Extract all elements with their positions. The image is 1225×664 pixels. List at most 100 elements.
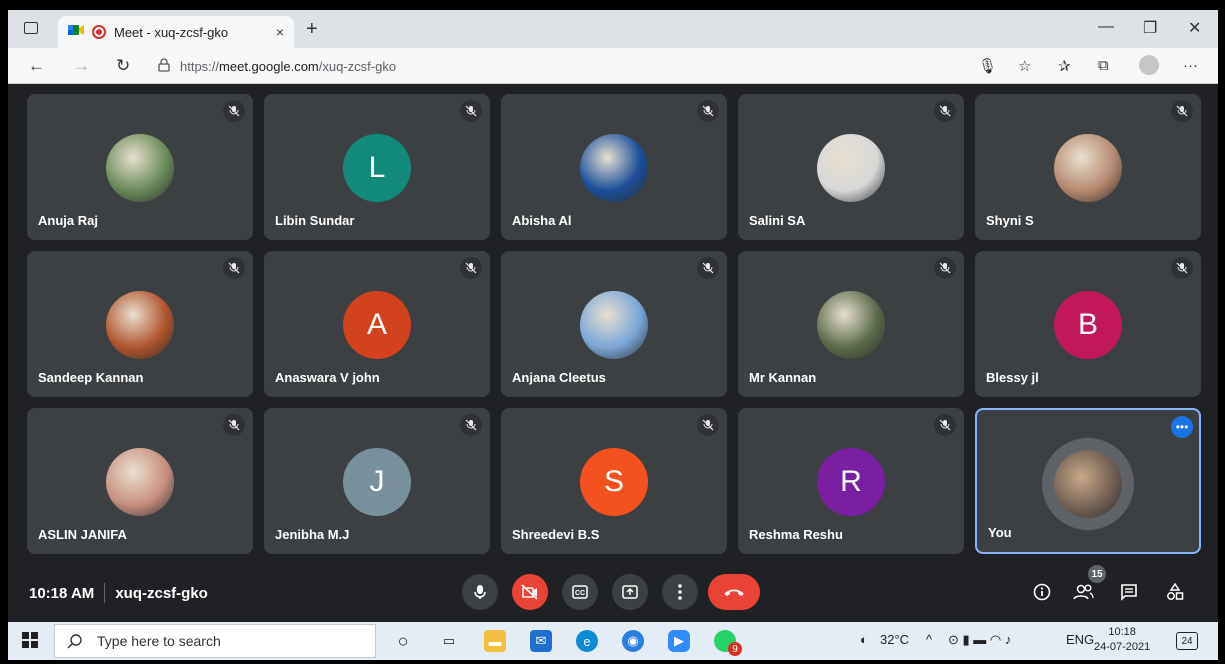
zoom-icon[interactable]: ▶ <box>668 630 690 652</box>
participant-tile[interactable]: Anuja Raj <box>27 94 253 240</box>
muted-mic-icon <box>934 257 956 279</box>
add-favorite-icon[interactable]: ☆ <box>1018 57 1031 75</box>
meet-logo-icon <box>68 23 84 41</box>
taskbar-clock[interactable]: 10:18 24-07-2021 <box>1094 625 1150 655</box>
present-screen-icon <box>622 585 638 599</box>
search-placeholder: Type here to search <box>97 633 221 649</box>
more-options-button[interactable] <box>662 574 698 610</box>
tile-more-options-icon[interactable]: ••• <box>1171 416 1193 438</box>
muted-mic-icon <box>460 414 482 436</box>
meeting-details-icon[interactable] <box>1033 583 1051 606</box>
settings-more-button[interactable]: ··· <box>1183 57 1198 74</box>
safari-icon[interactable]: ◉ <box>622 630 644 652</box>
cortana-icon[interactable]: ○ <box>392 630 414 652</box>
reload-icon[interactable]: ↻ <box>116 56 130 76</box>
lock-icon <box>158 57 170 75</box>
present-button[interactable] <box>612 574 648 610</box>
new-tab-button[interactable]: + <box>306 18 318 41</box>
people-icon[interactable] <box>1073 583 1095 606</box>
browser-tab[interactable]: Meet - xuq-zcsf-gko × <box>58 16 294 48</box>
weather-icon[interactable]: ◐ <box>860 632 868 647</box>
minimize-button[interactable]: — <box>1098 18 1114 36</box>
tab-actions-icon[interactable] <box>24 22 38 34</box>
hang-up-icon <box>724 589 744 596</box>
participant-tile[interactable]: Abisha Al <box>501 94 727 240</box>
participant-avatar: J <box>343 448 411 516</box>
captions-icon: CC <box>572 585 588 599</box>
forward-icon[interactable]: → <box>73 56 90 76</box>
divider <box>104 583 106 603</box>
meeting-time: 10:18 AM <box>29 584 95 602</box>
svg-text:CC: CC <box>575 590 585 597</box>
participant-name: Libin Sundar <box>275 213 355 228</box>
url-path: /xuq-zcsf-gko <box>318 58 397 74</box>
profile-icon[interactable] <box>1139 55 1159 75</box>
participant-tile[interactable]: Mr Kannan <box>738 251 964 397</box>
tray-icons[interactable]: ⊙ ▮ ▬ ◠ ♪ <box>948 632 1011 648</box>
participant-tile[interactable]: J Jenibha M.J <box>264 408 490 554</box>
people-count-badge: 15 <box>1088 565 1106 583</box>
participant-tile[interactable]: Shyni S <box>975 94 1201 240</box>
camera-off-button[interactable] <box>512 574 548 610</box>
muted-mic-icon <box>934 100 956 122</box>
muted-mic-icon <box>697 414 719 436</box>
collections-icon[interactable]: ⧉ <box>1098 57 1109 74</box>
participant-name: ASLIN JANIFA <box>38 527 127 542</box>
mail-icon[interactable]: ✉ <box>530 630 552 652</box>
whatsapp-icon[interactable]: 9 <box>714 630 742 656</box>
participant-name: Anuja Raj <box>38 213 98 228</box>
notification-center[interactable]: 24 <box>1176 632 1198 650</box>
url-field[interactable]: https://meet.google.com/xuq-zcsf-gko <box>158 52 998 80</box>
task-view-icon[interactable]: ▭ <box>438 630 460 652</box>
participant-name: Sandeep Kannan <box>38 370 144 385</box>
tab-close-button[interactable]: × <box>276 24 284 40</box>
clock-time: 10:18 <box>1108 626 1136 638</box>
participant-name: Anaswara V john <box>275 370 380 385</box>
leave-call-button[interactable] <box>708 574 760 610</box>
taskbar-search[interactable]: Type here to search <box>54 624 376 658</box>
participant-avatar: B <box>1054 291 1122 359</box>
participant-avatar <box>580 134 648 202</box>
close-window-button[interactable]: ✕ <box>1188 18 1201 38</box>
windows-start-icon[interactable] <box>22 632 38 648</box>
address-bar: ← → ↻ https://meet.google.com/xuq-zcsf-g… <box>8 48 1218 84</box>
muted-mic-icon <box>1171 100 1193 122</box>
restore-button[interactable]: ❐ <box>1143 18 1157 38</box>
microphone-button[interactable] <box>462 574 498 610</box>
self-avatar-ring <box>1042 438 1134 530</box>
notification-count: 24 <box>1176 632 1198 650</box>
participant-avatar <box>106 448 174 516</box>
participant-name: Shyni S <box>986 213 1034 228</box>
microphone-indicator-icon[interactable]: 🎙 <box>978 57 997 75</box>
participant-avatar: R <box>817 448 885 516</box>
chat-icon[interactable] <box>1120 583 1138 606</box>
participant-name: Jenibha M.J <box>275 527 350 542</box>
favorites-icon[interactable]: ✰ <box>1058 57 1071 75</box>
activities-icon[interactable] <box>1166 582 1184 606</box>
participant-tile[interactable]: ASLIN JANIFA <box>27 408 253 554</box>
participant-tile[interactable]: S Shreedevi B.S <box>501 408 727 554</box>
back-icon[interactable]: ← <box>28 56 45 76</box>
microphone-icon <box>474 585 486 599</box>
muted-mic-icon <box>697 100 719 122</box>
participant-tile[interactable]: ••• You <box>975 408 1201 554</box>
file-explorer-icon[interactable]: ▬ <box>484 630 506 652</box>
participant-avatar <box>1054 450 1122 518</box>
participant-tile[interactable]: Salini SA <box>738 94 964 240</box>
edge-icon[interactable]: e <box>576 630 598 652</box>
participant-tile[interactable]: Anjana Cleetus <box>501 251 727 397</box>
participant-tile[interactable]: R Reshma Reshu <box>738 408 964 554</box>
muted-mic-icon <box>223 414 245 436</box>
participant-tile[interactable]: Sandeep Kannan <box>27 251 253 397</box>
participant-name: Reshma Reshu <box>749 527 843 542</box>
participant-name: Abisha Al <box>512 213 572 228</box>
participant-tile[interactable]: B Blessy jl <box>975 251 1201 397</box>
participant-tile[interactable]: A Anaswara V john <box>264 251 490 397</box>
language-indicator[interactable]: ENG <box>1066 632 1094 647</box>
hidden-icons-icon[interactable]: ^ <box>926 632 932 647</box>
participant-tile[interactable]: L Libin Sundar <box>264 94 490 240</box>
muted-mic-icon <box>460 257 482 279</box>
captions-button[interactable]: CC <box>562 574 598 610</box>
weather-temp: 32°C <box>880 632 910 647</box>
recording-icon <box>92 25 106 39</box>
